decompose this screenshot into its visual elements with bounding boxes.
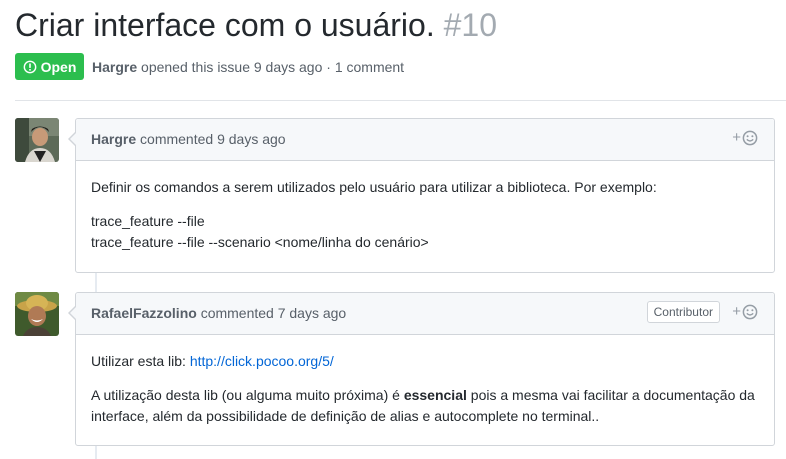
lib-prefix-text: Utilizar esta lib: bbox=[91, 353, 190, 369]
paragraph-text: A utilização desta lib (ou alguma muito … bbox=[91, 387, 404, 403]
emphasis-text: essencial bbox=[403, 387, 467, 403]
comment-header-text: RafaelFazzolino commented 7 days ago bbox=[91, 304, 346, 322]
comment-body: Definir os comandos a serem utilizados p… bbox=[76, 161, 774, 265]
add-reaction-button[interactable]: + bbox=[732, 303, 758, 321]
comment-body: Utilizar esta lib: http://click.pocoo.or… bbox=[76, 335, 774, 439]
avatar-image bbox=[15, 292, 59, 336]
click-library-link[interactable]: http://click.pocoo.org/5/ bbox=[190, 353, 334, 369]
comment-timestamp-link[interactable]: commented 7 days ago bbox=[201, 305, 347, 321]
comment-header: RafaelFazzolino commented 7 days ago Con… bbox=[76, 293, 774, 335]
avatar[interactable] bbox=[15, 292, 59, 336]
avatar-image bbox=[15, 118, 59, 162]
issue-state-label: Open bbox=[40, 58, 77, 75]
timeline-connector bbox=[95, 446, 97, 459]
issue-page: Criar interface com o usuário. #10 Open … bbox=[0, 0, 786, 459]
issue-opened-icon bbox=[23, 60, 36, 73]
issue-state-badge: Open bbox=[15, 53, 84, 80]
comment-paragraph: A utilização desta lib (ou alguma muito … bbox=[91, 385, 759, 427]
comment-author-link[interactable]: Hargre bbox=[91, 131, 136, 147]
command-example: trace_feature --file bbox=[91, 213, 205, 229]
smiley-icon bbox=[742, 130, 758, 146]
comment-author-link[interactable]: RafaelFazzolino bbox=[91, 305, 197, 321]
issue-number: #10 bbox=[443, 7, 497, 43]
comment-timestamp-link[interactable]: commented 9 days ago bbox=[140, 131, 286, 147]
comment-paragraph: Definir os comandos a serem utilizados p… bbox=[91, 179, 657, 195]
reaction-plus: + bbox=[732, 129, 741, 146]
comment-paragraph: Utilizar esta lib: http://click.pocoo.or… bbox=[91, 351, 759, 372]
issue-meta: Hargre opened this issue 9 days ago · 1 … bbox=[92, 58, 404, 76]
issue-meta-text: opened this issue 9 days ago · 1 comment bbox=[141, 59, 405, 75]
comment-header-text: Hargre commented 9 days ago bbox=[91, 130, 286, 148]
timeline-connector bbox=[95, 273, 97, 292]
issue-author-link[interactable]: Hargre bbox=[92, 59, 137, 75]
add-reaction-button[interactable]: + bbox=[732, 129, 758, 147]
avatar[interactable] bbox=[15, 118, 59, 162]
contributor-badge: Contributor bbox=[646, 301, 720, 323]
header-divider bbox=[15, 100, 786, 101]
comment: Hargre commented 9 days ago + Definir os… bbox=[68, 118, 775, 273]
smiley-icon bbox=[742, 304, 758, 320]
issue-title: Criar interface com o usuário. #10 bbox=[15, 4, 497, 46]
comment-header: Hargre commented 9 days ago + bbox=[76, 119, 774, 161]
issue-title-text: Criar interface com o usuário. bbox=[15, 7, 435, 43]
comment-paragraph: trace_feature --file trace_feature --fil… bbox=[91, 211, 759, 253]
command-example: trace_feature --file --scenario <nome/li… bbox=[91, 234, 429, 250]
reaction-plus: + bbox=[732, 303, 741, 320]
comment: RafaelFazzolino commented 7 days ago Con… bbox=[68, 292, 775, 446]
